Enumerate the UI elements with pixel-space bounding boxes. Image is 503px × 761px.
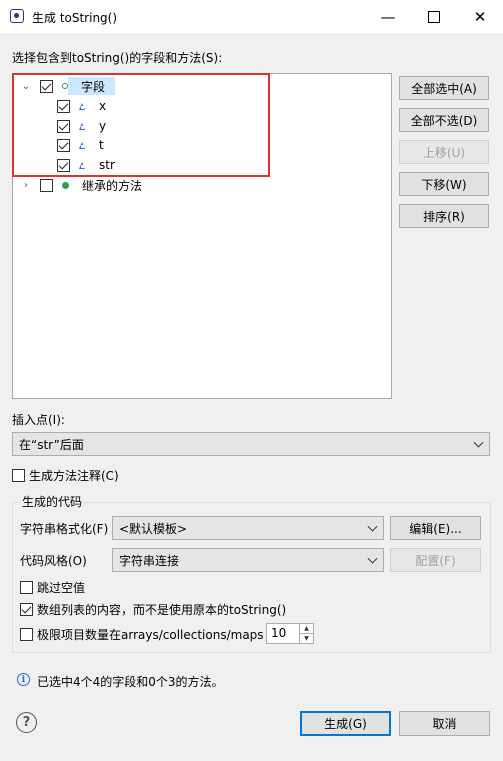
minimize-button[interactable]: — <box>365 0 411 34</box>
maximize-button[interactable] <box>411 0 457 34</box>
chevron-down-icon <box>367 553 378 564</box>
cancel-button[interactable]: 取消 <box>399 711 490 736</box>
status-message: 已选中4个4的字段和0个3的方法。 <box>37 675 224 689</box>
deselect-all-button[interactable]: 全部不选(D) <box>399 108 489 132</box>
spinner-down-icon[interactable]: ▼ <box>299 634 313 643</box>
format-value: <默认模板> <box>119 521 188 536</box>
methods-node-label: 继承的方法 <box>82 178 143 193</box>
array-contents-label: 数组列表的内容，而不是使用原本的toString() <box>37 602 287 617</box>
code-style-select[interactable]: 字符串连接 <box>112 548 384 572</box>
eclipse-app-icon <box>10 9 24 23</box>
generate-comments-checkbox[interactable] <box>12 468 25 482</box>
title-bar: 生成 toString() — ✕ <box>0 0 503 35</box>
limit-items-label: 极限项目数量在arrays/collections/maps <box>37 627 264 642</box>
configure-button[interactable]: 配置(F) <box>390 548 481 572</box>
generate-comments-label: 生成方法注释(C) <box>29 468 119 483</box>
help-icon[interactable]: ? <box>16 712 37 733</box>
skip-null-checkbox[interactable] <box>20 580 33 594</box>
array-contents-checkbox[interactable] <box>20 602 33 616</box>
move-down-button[interactable]: 下移(W) <box>399 172 489 196</box>
method-icon <box>62 181 69 189</box>
limit-items-checkbox[interactable] <box>20 627 33 641</box>
info-icon: i <box>17 673 30 686</box>
edit-template-button[interactable]: 编辑(E)... <box>390 516 481 540</box>
array-contents-option[interactable]: 数组列表的内容，而不是使用原本的toString() <box>20 600 286 618</box>
tree-node-inherited-methods[interactable]: › 继承的方法 <box>21 176 142 194</box>
skip-null-label: 跳过空值 <box>37 580 86 595</box>
format-label: 字符串格式化(F) <box>20 522 109 536</box>
generated-code-group-title: 生成的代码 <box>20 493 85 510</box>
limit-items-spinner[interactable]: 10 ▲ ▼ <box>266 623 314 644</box>
generate-comments-option[interactable]: 生成方法注释(C) <box>12 466 119 484</box>
move-up-button[interactable]: 上移(U) <box>399 140 489 164</box>
code-style-label: 代码风格(O) <box>20 554 87 568</box>
format-select[interactable]: <默认模板> <box>112 516 384 540</box>
select-all-button[interactable]: 全部选中(A) <box>399 76 489 100</box>
insert-point-select[interactable]: 在“str”后面 <box>12 432 490 456</box>
limit-items-option[interactable]: 极限项目数量在arrays/collections/maps <box>20 625 264 643</box>
sort-button[interactable]: 排序(R) <box>399 204 489 228</box>
code-style-value: 字符串连接 <box>119 553 180 568</box>
skip-null-option[interactable]: 跳过空值 <box>20 578 85 596</box>
chevron-down-icon <box>367 521 378 532</box>
tree-label: 选择包含到toString()的字段和方法(S): <box>12 51 223 65</box>
maximize-icon <box>428 11 440 23</box>
collapsed-chevron-icon[interactable]: › <box>21 180 31 191</box>
limit-items-value[interactable]: 10 <box>271 626 286 640</box>
methods-checkbox[interactable] <box>40 178 53 192</box>
spinner-up-icon[interactable]: ▲ <box>299 624 313 634</box>
generate-button[interactable]: 生成(G) <box>300 711 391 736</box>
insert-point-label: 插入点(I): <box>12 413 65 427</box>
insert-point-value: 在“str”后面 <box>19 437 84 452</box>
red-highlight-box <box>12 73 270 177</box>
close-button[interactable]: ✕ <box>457 0 503 34</box>
window-title: 生成 toString() <box>32 11 118 25</box>
chevron-down-icon <box>473 437 484 448</box>
